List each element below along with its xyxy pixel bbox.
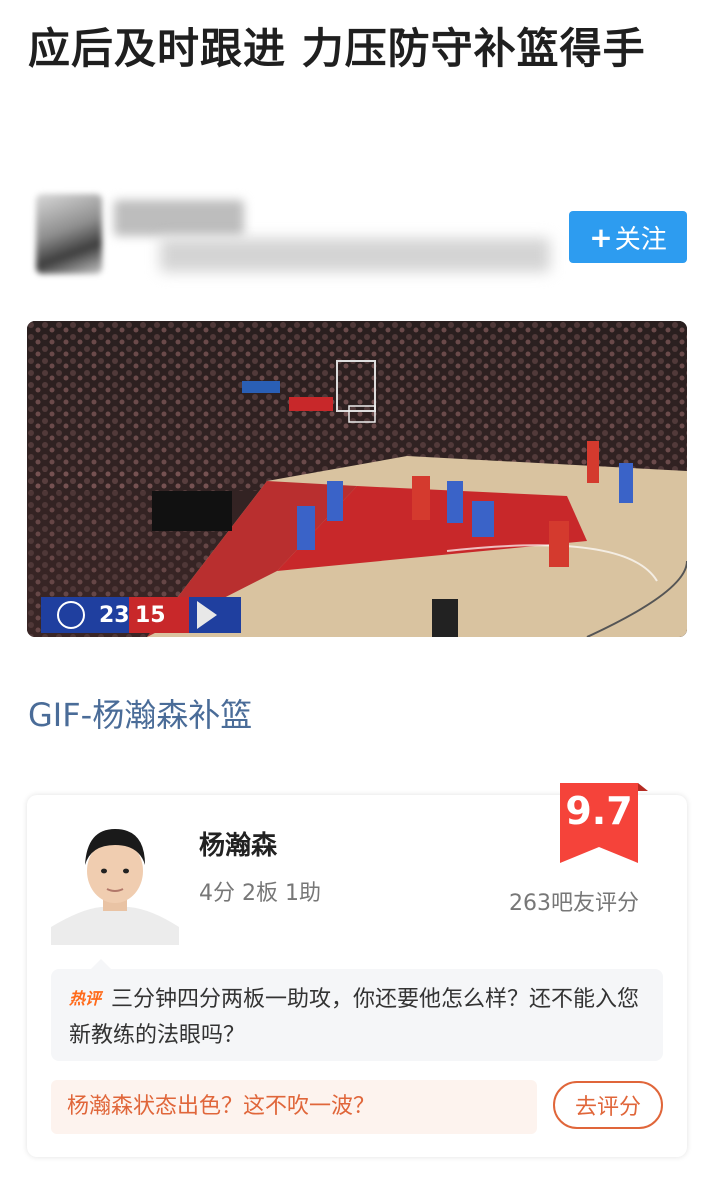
player-stats: 4分 2板 1助 [199, 881, 321, 906]
rate-button[interactable]: 去评分 [553, 1081, 663, 1129]
author-row: + 关注 [30, 190, 690, 300]
author-avatar[interactable] [36, 194, 102, 274]
score-value: 9.7 [565, 789, 633, 833]
gif-video-frame[interactable]: 23 15 [27, 321, 687, 637]
player-rating-card[interactable]: 杨瀚森 4分 2板 1助 9.7 263吧友评分 热评 三分钟四分两板一助攻，你还… [27, 783, 687, 1157]
hot-review[interactable]: 热评 三分钟四分两板一助攻，你还要他怎么样？还不能入您新教练的法眼吗？ [51, 959, 663, 1061]
media-caption: GIF-杨瀚森补篮 [28, 696, 253, 734]
author-name-blurred[interactable] [114, 200, 244, 236]
follow-button[interactable]: + 关注 [569, 211, 687, 263]
follow-label: 关注 [614, 224, 667, 255]
home-score: 15 [135, 603, 166, 628]
author-meta-blurred [160, 238, 550, 272]
player-photo [51, 815, 179, 945]
hot-review-text: 三分钟四分两板一助攻，你还要他怎么样？还不能入您新教练的法眼吗？ [69, 987, 640, 1048]
away-score: 23 [99, 603, 130, 628]
hot-review-tag: 热评 [69, 989, 102, 1008]
rating-count: 263吧友评分 [509, 891, 639, 916]
player-name[interactable]: 杨瀚森 [199, 825, 277, 862]
review-prompt[interactable]: 杨瀚森状态出色？这不吹一波？ [51, 1080, 537, 1134]
article-title: 应后及时跟进 力压防守补篮得手 [28, 24, 646, 73]
plus-icon: + [589, 220, 613, 254]
